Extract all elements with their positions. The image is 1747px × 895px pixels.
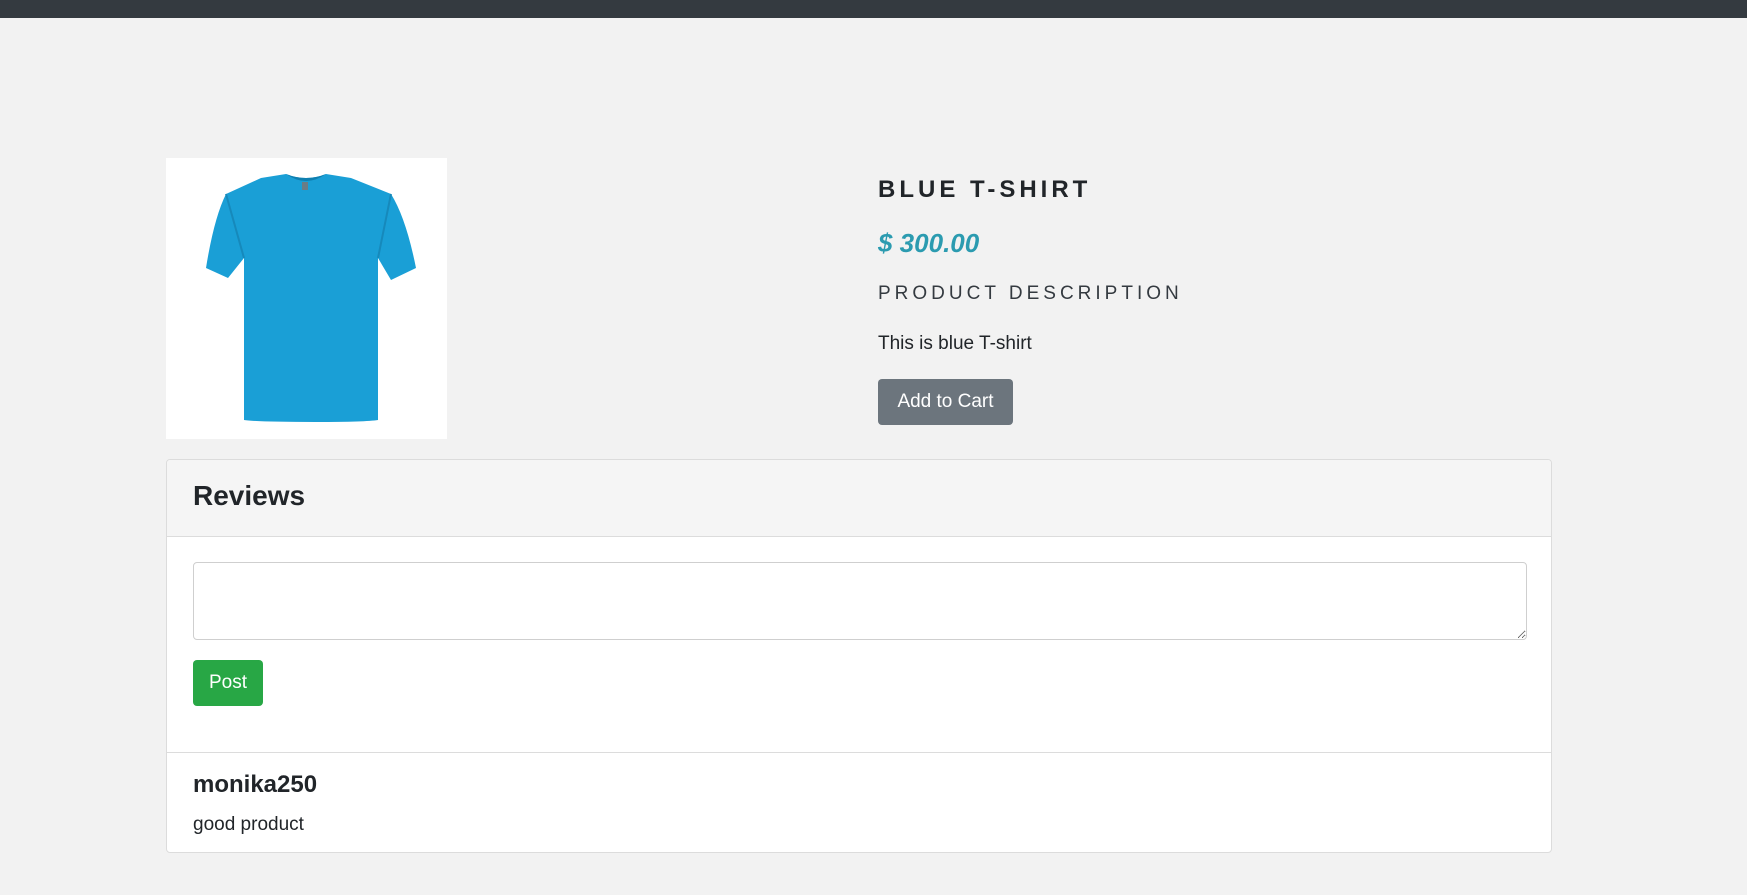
- top-navbar: [0, 0, 1747, 18]
- reviews-title: Reviews: [193, 480, 306, 511]
- blue-tshirt-icon: [206, 174, 416, 422]
- review-input[interactable]: [193, 562, 1527, 640]
- product-price: $ 300.00: [878, 228, 980, 258]
- add-to-cart-button[interactable]: Add to Cart: [878, 379, 1013, 425]
- product-description: This is blue T-shirt: [878, 333, 1032, 354]
- product-image: [166, 158, 447, 439]
- reviews-header: Reviews: [167, 460, 1551, 537]
- reviews-card: Reviews Post monika250 good product: [166, 459, 1552, 853]
- product-description-heading: PRODUCT DESCRIPTION: [878, 283, 1183, 304]
- review-author: monika250: [193, 771, 318, 798]
- product-title: BLUE T-SHIRT: [878, 176, 1092, 203]
- review-text: good product: [193, 814, 304, 835]
- post-button[interactable]: Post: [193, 660, 263, 706]
- review-divider: [167, 752, 1551, 753]
